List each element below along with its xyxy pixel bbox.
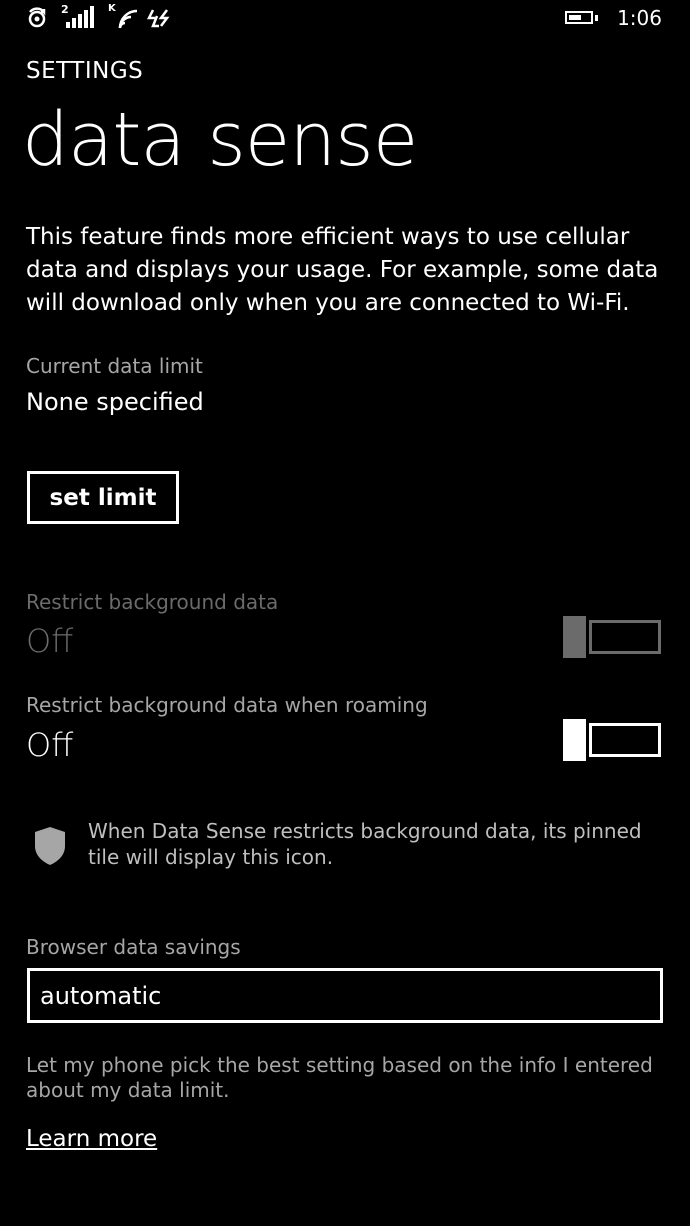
browser-savings-help: Let my phone pick the best setting based… (26, 1053, 653, 1102)
browser-savings-selected: automatic (40, 981, 162, 1010)
set-limit-button[interactable]: set limit (27, 471, 179, 524)
signal-network-badge: 2 (61, 3, 69, 16)
wifi-icon (118, 9, 138, 29)
toggle-track (589, 723, 661, 757)
restrict-roaming-value: Off (26, 726, 74, 764)
restrict-background-label: Restrict background data (26, 590, 279, 614)
toggle-knob (563, 719, 586, 761)
browser-savings-select[interactable]: automatic (27, 968, 663, 1023)
toggle-track (589, 620, 661, 654)
pinned-tile-note: When Data Sense restricts background dat… (88, 819, 642, 869)
clock: 1:06 (617, 6, 662, 30)
restrict-roaming-label: Restrict background data when roaming (26, 693, 428, 717)
page-title: data sense (22, 97, 418, 183)
restrict-roaming-toggle[interactable] (563, 719, 663, 761)
learn-more-link[interactable]: Learn more (26, 1126, 157, 1152)
restrict-background-toggle[interactable] (563, 616, 663, 658)
toggle-knob (563, 616, 586, 658)
data-limit-label: Current data limit (26, 354, 203, 378)
restrict-background-value: Off (26, 622, 74, 660)
data-sense-icon (147, 9, 170, 28)
shield-icon (35, 827, 65, 865)
browser-savings-label: Browser data savings (26, 935, 241, 959)
status-bar: 2 K 1:06 (0, 0, 690, 40)
data-limit-value: None specified (26, 388, 204, 416)
sync-icon (28, 7, 46, 28)
wifi-badge: K (108, 3, 116, 14)
feature-description: This feature finds more efficient ways t… (26, 224, 659, 316)
section-label: SETTINGS (26, 58, 144, 84)
battery-icon (565, 11, 598, 24)
